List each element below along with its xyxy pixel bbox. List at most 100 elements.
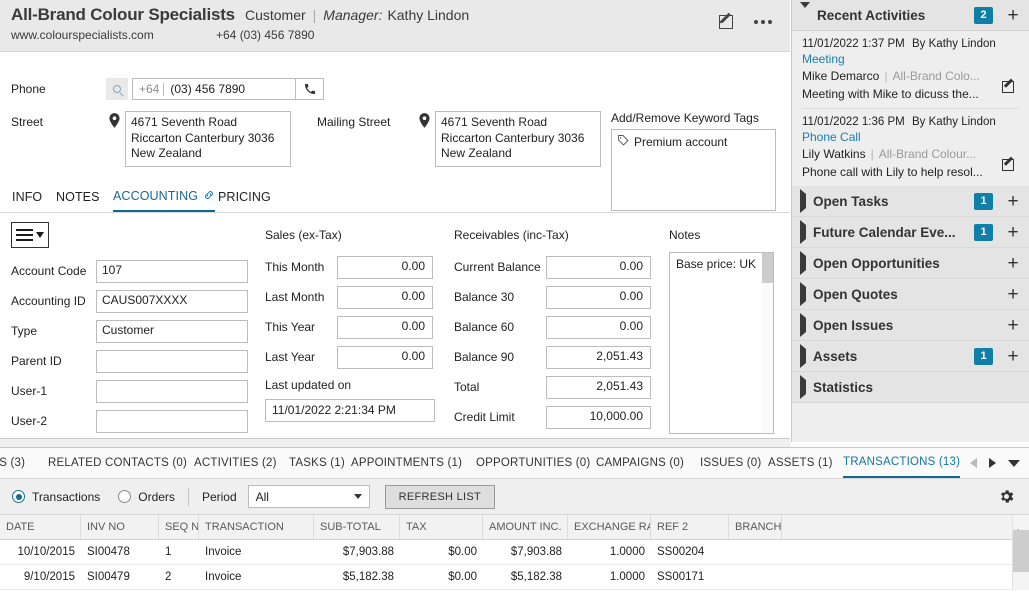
edit-pencil-icon[interactable] (1002, 78, 1017, 94)
column-header-amount-inc[interactable]: AMOUNT INC. (483, 515, 568, 539)
column-header-tax[interactable]: TAX (400, 515, 483, 539)
sidebar-section-open-tasks[interactable]: Open Tasks 1 + (792, 186, 1029, 217)
sidebar-section-future-calendar-events[interactable]: Future Calendar Eve... 1 + (792, 217, 1029, 248)
last-year-field[interactable]: 0.00 (337, 345, 433, 369)
sidebar-section-open-opportunities[interactable]: Open Opportunities + (792, 248, 1029, 279)
tab-related-contacts[interactable]: RELATED CONTACTS (0) (48, 448, 187, 478)
total-field[interactable]: 2,051.43 (546, 375, 651, 399)
balance-60-field[interactable]: 0.00 (546, 315, 651, 339)
table-scrollbar-thumb[interactable] (1013, 530, 1029, 572)
activity-company[interactable]: All-Brand Colo... (892, 69, 979, 83)
current-balance-field[interactable]: 0.00 (546, 255, 651, 279)
map-pin-icon[interactable] (416, 111, 432, 129)
credit-limit-field[interactable]: 10,000.00 (546, 405, 651, 429)
column-header-seq-no[interactable]: SEQ NO (159, 515, 199, 539)
website-link[interactable]: www.colourspecialists.com (11, 28, 216, 42)
tab-activities[interactable]: ACTIVITIES (2) (194, 448, 277, 478)
activity-person[interactable]: Mike Demarco (802, 69, 879, 83)
radio-transactions[interactable]: Transactions (12, 490, 100, 504)
balance-90-field[interactable]: 2,051.43 (546, 345, 651, 369)
map-pin-icon[interactable] (106, 111, 122, 129)
column-header-ref-2[interactable]: REF 2 (651, 515, 729, 539)
hamburger-dropdown-icon[interactable] (11, 222, 49, 248)
period-select[interactable]: All (247, 485, 370, 508)
tab-notes[interactable]: NOTES (56, 182, 100, 212)
tab-contacts[interactable]: TS (3) (0, 448, 25, 478)
activity-item[interactable]: 11/01/2022 1:37 PM By Kathy Lindon Meeti… (792, 31, 1029, 108)
more-ellipsis-icon[interactable] (754, 19, 772, 24)
table-row[interactable]: 9/10/2015 SI00479 2 Invoice $5,182.38 $0… (0, 565, 1029, 590)
tab-pricing[interactable]: PRICING (218, 182, 271, 212)
activity-type-link[interactable]: Phone Call (802, 130, 1019, 144)
activity-time: 11/01/2022 1:37 PM (802, 38, 905, 50)
notes-scrollbar[interactable] (762, 253, 773, 433)
tag-item[interactable]: Premium account (617, 134, 770, 149)
column-header-transaction[interactable]: TRANSACTION (199, 515, 314, 539)
status-badge: 1 (974, 347, 993, 365)
plus-icon[interactable]: + (1003, 316, 1023, 335)
activity-person[interactable]: Lily Watkins (802, 147, 866, 161)
tab-accounting[interactable]: ACCOUNTING (113, 182, 216, 212)
table-scrollbar[interactable] (1012, 515, 1029, 590)
tab-appointments[interactable]: APPOINTMENTS (1) (351, 448, 462, 478)
last-updated-field[interactable]: 11/01/2022 2:21:34 PM (265, 399, 435, 422)
parent-id-field[interactable] (96, 349, 248, 373)
tab-tasks[interactable]: TASKS (1) (289, 448, 345, 478)
this-month-field[interactable]: 0.00 (337, 255, 433, 279)
account-code-field[interactable]: 107 (96, 259, 248, 283)
phone-country-code[interactable]: +64 (132, 78, 164, 100)
edit-pencil-icon[interactable] (719, 12, 736, 30)
chevron-left-icon[interactable] (970, 458, 977, 468)
plus-icon[interactable]: + (1003, 285, 1023, 304)
accounting-id-field[interactable]: CAUS007XXXX (96, 289, 248, 313)
radio-orders[interactable]: Orders (118, 490, 175, 504)
chevron-right-icon[interactable] (989, 458, 996, 468)
column-header-exchange-rate[interactable]: EXCHANGE RATE (568, 515, 651, 539)
column-header-sub-total[interactable]: SUB-TOTAL (314, 515, 400, 539)
balance-30-field[interactable]: 0.00 (546, 285, 651, 309)
activity-item[interactable]: 11/01/2022 1:36 PM By Kathy Lindon Phone… (792, 109, 1029, 186)
sidebar-section-recent-activities[interactable]: Recent Activities 2 + (792, 0, 1029, 31)
column-header-inv-no[interactable]: INV NO (81, 515, 159, 539)
plus-icon[interactable]: + (1003, 6, 1023, 25)
last-month-field[interactable]: 0.00 (337, 285, 433, 309)
plus-icon[interactable]: + (1003, 192, 1023, 211)
sidebar-section-open-quotes[interactable]: Open Quotes + (792, 279, 1029, 310)
account-code-label: Account Code (11, 264, 87, 278)
tab-info[interactable]: INFO (12, 182, 42, 212)
edit-pencil-icon[interactable] (1002, 156, 1017, 172)
tab-assets[interactable]: ASSETS (1) (768, 448, 833, 478)
this-year-field[interactable]: 0.00 (337, 315, 433, 339)
user-2-field[interactable] (96, 409, 248, 433)
chevron-down-icon[interactable] (1008, 459, 1020, 467)
plus-icon[interactable]: + (1003, 254, 1023, 273)
tab-campaigns[interactable]: CAMPAIGNS (0) (596, 448, 684, 478)
phone-input[interactable]: (03) 456 7890 (164, 78, 297, 100)
tab-transactions[interactable]: TRANSACTIONS (13) (843, 448, 961, 478)
column-header-date[interactable]: DATE (0, 515, 81, 539)
mailing-address-field[interactable]: 4671 Seventh Road Riccarton Canterbury 3… (435, 111, 601, 167)
user-1-field[interactable] (96, 379, 248, 403)
tab-opportunities[interactable]: OPPORTUNITIES (0) (476, 448, 590, 478)
column-header-branch[interactable]: BRANCH (729, 515, 782, 539)
tab-issues[interactable]: ISSUES (0) (700, 448, 761, 478)
plus-icon[interactable]: + (1003, 347, 1023, 366)
cell-exchange-rate: 1.0000 (609, 546, 645, 558)
type-field[interactable]: Customer (96, 319, 248, 343)
sidebar-section-assets[interactable]: Assets 1 + (792, 341, 1029, 372)
record-tabs: INFO NOTES ACCOUNTING PRICING (0, 182, 790, 213)
plus-icon[interactable]: + (1003, 223, 1023, 242)
street-address-field[interactable]: 4671 Seventh Road Riccarton Canterbury 3… (125, 111, 291, 167)
sidebar-section-statistics[interactable]: Statistics (792, 372, 1029, 403)
gear-icon[interactable] (998, 488, 1015, 508)
notes-textarea[interactable]: Base price: UK (669, 252, 774, 434)
activity-company[interactable]: All-Brand Colour... (879, 147, 976, 161)
activity-type-link[interactable]: Meeting (802, 52, 1019, 66)
keyword-tags-label[interactable]: Add/Remove Keyword Tags (611, 111, 776, 125)
refresh-list-button[interactable]: REFRESH LIST (384, 484, 496, 509)
search-icon[interactable] (106, 78, 128, 100)
notes-scrollbar-thumb[interactable] (762, 253, 773, 283)
telephone-icon[interactable] (296, 78, 325, 100)
table-row[interactable]: 10/10/2015 SI00478 1 Invoice $7,903.88 $… (0, 540, 1029, 565)
sidebar-section-open-issues[interactable]: Open Issues + (792, 310, 1029, 341)
